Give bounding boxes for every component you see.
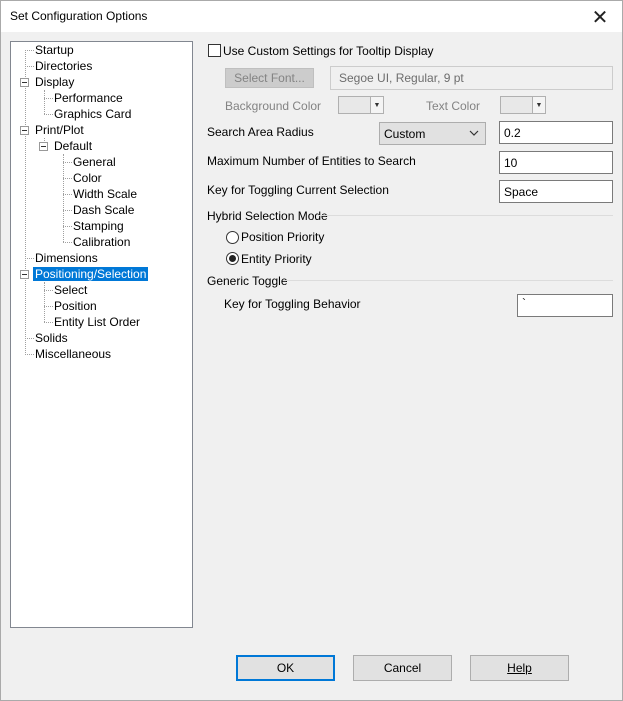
background-color-picker[interactable]: ▼ (338, 96, 384, 114)
dropdown-arrow-icon: ▼ (532, 97, 545, 113)
font-display-field: Segoe UI, Regular, 9 pt (330, 66, 613, 90)
tree-item-performance[interactable]: Performance (52, 90, 125, 106)
search-radius-input[interactable]: 0.2 (499, 121, 613, 144)
entity-priority-label: Entity Priority (241, 252, 312, 266)
use-custom-tooltip-label: Use Custom Settings for Tooltip Display (223, 44, 434, 58)
tree-item-label: Dash Scale (73, 203, 135, 217)
background-color-label: Background Color (225, 99, 322, 113)
collapse-display-icon[interactable] (20, 78, 29, 87)
tree-item-directories[interactable]: Directories (33, 58, 94, 74)
tree-item-label: Width Scale (73, 187, 138, 201)
hybrid-selection-group-label: Hybrid Selection Mode (207, 209, 328, 223)
dialog-window: Set Configuration Options ✕ Startup Dire… (0, 0, 623, 701)
select-font-button[interactable]: Select Font... (225, 68, 314, 88)
tree-item-label: Startup (35, 43, 74, 57)
help-button[interactable]: Help (470, 655, 569, 681)
cancel-label: Cancel (383, 661, 422, 675)
cancel-button[interactable]: Cancel (353, 655, 452, 681)
tree-item-default[interactable]: Default (52, 138, 94, 154)
tree-item-label: Display (35, 75, 75, 89)
tree-item-label: Entity List Order (54, 315, 141, 329)
ok-button[interactable]: OK (236, 655, 335, 681)
search-radius-mode-value: Custom (384, 126, 426, 141)
tree-item-label: Graphics Card (54, 107, 132, 121)
tree-item-positioning-selection[interactable]: Positioning/Selection (33, 266, 149, 282)
tree-item-position[interactable]: Position (52, 298, 99, 314)
collapse-print-plot-icon[interactable] (20, 126, 29, 135)
group-divider (319, 215, 613, 216)
tree-item-label: Miscellaneous (35, 347, 112, 361)
help-label: Help (507, 661, 532, 675)
group-divider (283, 280, 613, 281)
tree-item-label: Default (54, 139, 93, 153)
ok-label: OK (276, 661, 295, 675)
tree-connector (63, 154, 64, 242)
tree-item-general[interactable]: General (71, 154, 118, 170)
toggling-behavior-key-value: ` (522, 296, 526, 310)
close-button[interactable]: ✕ (578, 1, 622, 32)
tree-connector (44, 282, 45, 322)
tree-item-label: General (73, 155, 116, 169)
search-radius-value: 0.2 (504, 125, 521, 140)
tree-item-solids[interactable]: Solids (33, 330, 70, 346)
max-entities-label: Maximum Number of Entities to Search (207, 154, 416, 168)
toggle-selection-key-value: Space (504, 184, 539, 199)
tree-item-width-scale[interactable]: Width Scale (71, 186, 139, 202)
position-priority-radio[interactable] (226, 231, 239, 244)
search-area-radius-label: Search Area Radius (207, 125, 314, 139)
tree-item-label: Stamping (73, 219, 124, 233)
toggling-behavior-key-input[interactable]: ` (517, 294, 613, 317)
tree-item-dimensions[interactable]: Dimensions (33, 250, 100, 266)
tree-item-label: Solids (35, 331, 68, 345)
generic-toggle-group-label: Generic Toggle (207, 274, 288, 288)
tree-connector (25, 50, 26, 355)
tree-item-label: Print/Plot (35, 123, 84, 137)
tree-item-label: Position (54, 299, 97, 313)
tree-item-startup[interactable]: Startup (33, 42, 76, 58)
text-color-label: Text Color (426, 99, 481, 113)
collapse-positioning-icon[interactable] (20, 270, 29, 279)
tree-item-dash-scale[interactable]: Dash Scale (71, 202, 136, 218)
max-entities-value: 10 (504, 155, 518, 170)
select-font-label: Select Font... (234, 71, 305, 85)
tree-item-select[interactable]: Select (52, 282, 89, 298)
tree-item-label: Performance (54, 91, 123, 105)
use-custom-tooltip-checkbox[interactable] (208, 44, 221, 57)
toggle-selection-key-input[interactable]: Space (499, 180, 613, 203)
tree-item-color[interactable]: Color (71, 170, 104, 186)
title-bar: Set Configuration Options ✕ (1, 1, 622, 32)
dropdown-arrow-icon: ▼ (370, 97, 383, 113)
chevron-down-icon (469, 130, 479, 136)
options-tree[interactable]: Startup Directories Display Performance … (10, 41, 193, 628)
max-entities-input[interactable]: 10 (499, 151, 613, 174)
window-title: Set Configuration Options (10, 9, 148, 23)
search-radius-mode-select[interactable]: Custom (379, 122, 486, 145)
position-priority-label: Position Priority (241, 230, 325, 244)
tree-item-entity-list-order[interactable]: Entity List Order (52, 314, 142, 330)
tree-item-display[interactable]: Display (33, 74, 76, 90)
tree-item-label: Calibration (73, 235, 131, 249)
tree-item-stamping[interactable]: Stamping (71, 218, 126, 234)
toggle-selection-key-label: Key for Toggling Current Selection (207, 183, 389, 197)
toggling-behavior-key-label: Key for Toggling Behavior (224, 297, 361, 311)
tree-item-graphics-card[interactable]: Graphics Card (52, 106, 133, 122)
tree-item-print-plot[interactable]: Print/Plot (33, 122, 86, 138)
tree-item-label: Color (73, 171, 102, 185)
tree-connector (44, 90, 45, 114)
tree-item-label: Directories (35, 59, 93, 73)
tree-item-label: Dimensions (35, 251, 98, 265)
text-color-picker[interactable]: ▼ (500, 96, 546, 114)
close-icon: ✕ (591, 4, 609, 29)
font-display-value: Segoe UI, Regular, 9 pt (339, 71, 464, 85)
tree-item-label: Positioning/Selection (33, 267, 149, 281)
tree-item-calibration[interactable]: Calibration (71, 234, 132, 250)
tree-item-miscellaneous[interactable]: Miscellaneous (33, 346, 113, 362)
entity-priority-radio[interactable] (226, 252, 239, 265)
collapse-default-icon[interactable] (39, 142, 48, 151)
tree-item-label: Select (54, 283, 88, 297)
